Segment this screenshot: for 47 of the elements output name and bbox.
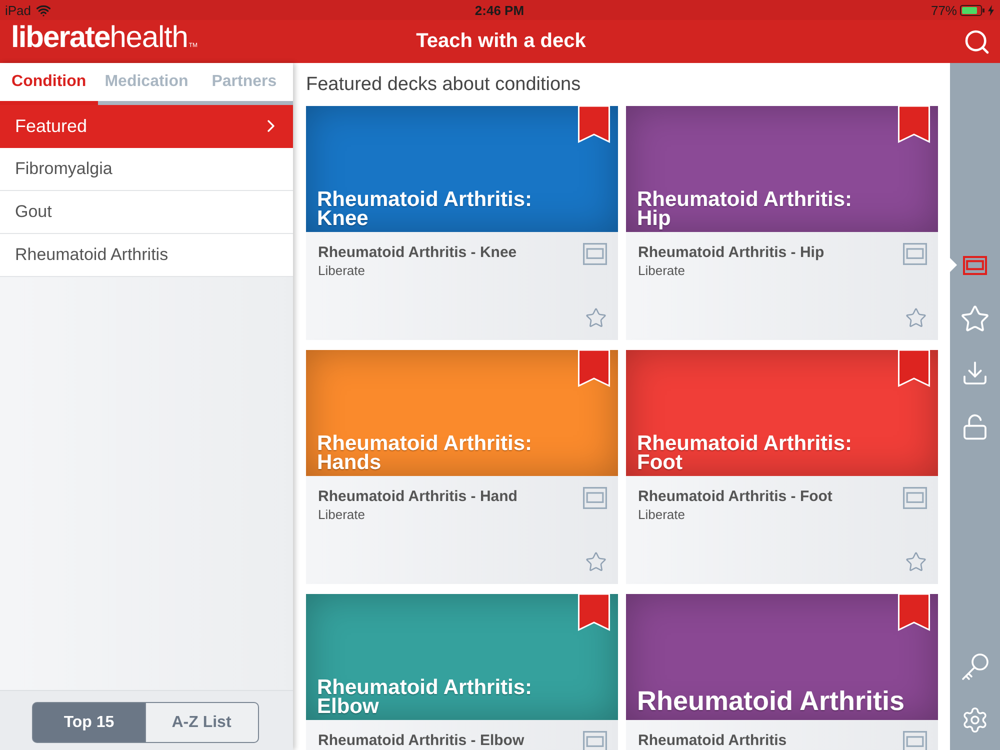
deck-author: Liberate [318, 263, 366, 279]
battery-percent: 77% [930, 2, 957, 18]
deck-title: Rheumatoid Arthritis - Foot [638, 488, 832, 506]
settings-icon [961, 706, 989, 734]
sidebar-item[interactable]: Rheumatoid Arthritis [0, 234, 293, 277]
slide-icon [583, 487, 607, 509]
key-icon [961, 653, 989, 683]
star-icon[interactable] [905, 307, 927, 329]
carrier-label: iPad [5, 2, 32, 18]
battery-icon [960, 4, 985, 16]
wifi-icon [36, 2, 52, 18]
deck-author: Liberate [318, 507, 366, 523]
deck-title: Rheumatoid Arthritis - Knee [318, 244, 517, 262]
time-label: 2:46 PM [474, 2, 524, 18]
slide-icon [903, 243, 927, 265]
deck-author: Liberate [638, 263, 686, 279]
deck-title: Rheumatoid Arthritis - Hip [638, 244, 824, 262]
download-icon [961, 359, 989, 387]
cover-title: Rheumatoid Arthritis: Foot [637, 434, 854, 472]
unlock-icon [961, 413, 989, 441]
cover-title: Rheumatoid Arthritis: Hands [317, 434, 534, 472]
star-icon[interactable] [585, 551, 607, 573]
star-icon [960, 304, 990, 334]
view-toggle-button[interactable]: Top 15 [32, 702, 146, 743]
view-toggle-button[interactable]: A-Z List [144, 702, 258, 743]
deck-author: Liberate [638, 507, 686, 523]
cover-title: Rheumatoid Arthritis: Knee [317, 190, 534, 228]
slide-icon [963, 256, 987, 274]
star-icon[interactable] [585, 307, 607, 329]
slide-icon [583, 731, 607, 750]
slide-icon [903, 731, 927, 750]
section-heading: Featured decks about conditions [306, 74, 581, 96]
deck-title: Rheumatoid Arthritis [638, 732, 787, 750]
star-icon[interactable] [905, 551, 927, 573]
deck-title: Rheumatoid Arthritis - Hand [318, 488, 518, 506]
cover-title: Rheumatoid Arthritis [637, 686, 905, 716]
cover-title: Rheumatoid Arthritis: Hip [637, 190, 854, 228]
sidebar-item[interactable]: Gout [0, 191, 293, 234]
charging-icon [988, 4, 994, 16]
search-icon[interactable] [963, 28, 991, 56]
slide-icon [583, 243, 607, 265]
deck-title: Rheumatoid Arthritis - Elbow [318, 732, 524, 750]
page-title: Teach with a deck [416, 30, 586, 53]
cover-title: Rheumatoid Arthritis: Elbow [317, 678, 534, 716]
slide-icon [903, 487, 927, 509]
sidebar-item[interactable]: Featured [0, 105, 293, 148]
sidebar-item[interactable]: Fibromyalgia [0, 148, 293, 191]
